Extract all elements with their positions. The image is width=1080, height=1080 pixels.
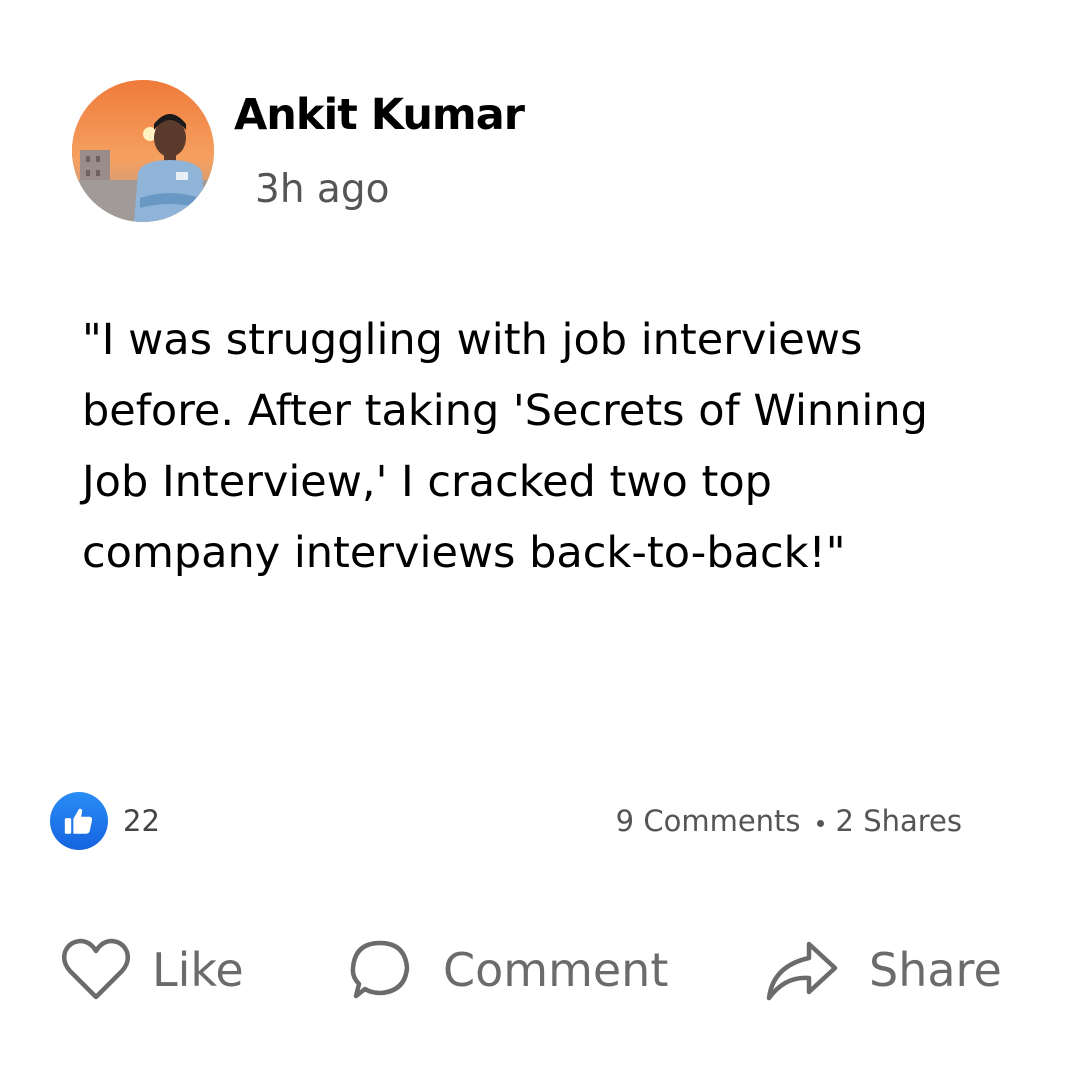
post-body-line: before. After taking 'Secrets of Winning (82, 386, 928, 436)
post-body-line: Job Interview,' I cracked two top (82, 457, 772, 507)
post-body: "I was struggling with job interviews be… (82, 305, 1022, 589)
comments-count[interactable]: 9 Comments (616, 804, 801, 838)
like-reaction-icon[interactable] (50, 792, 108, 850)
shares-count[interactable]: 2 Shares (836, 804, 962, 838)
post-timestamp[interactable]: 3h ago (255, 167, 389, 212)
thumbs-up-icon (64, 808, 93, 834)
avatar-photo (72, 80, 214, 222)
avatar[interactable] (72, 80, 214, 222)
share-label: Share (869, 943, 1002, 997)
separator-dot (816, 819, 824, 827)
like-count[interactable]: 22 (123, 804, 160, 838)
like-button[interactable]: Like (60, 930, 244, 1010)
share-arrow-icon (766, 941, 838, 1001)
heart-icon (61, 938, 131, 1000)
comment-label: Comment (443, 943, 669, 997)
share-button[interactable]: Share (765, 930, 1002, 1010)
like-label: Like (152, 943, 244, 997)
engagement-stats: 9 Comments 2 Shares (616, 804, 962, 838)
speech-bubble-icon (350, 940, 410, 999)
comment-button[interactable]: Comment (347, 930, 668, 1010)
post-body-line: "I was struggling with job interviews (82, 315, 863, 365)
post-body-line: company interviews back-to-back!" (82, 528, 846, 578)
author-name[interactable]: Ankit Kumar (234, 90, 525, 140)
